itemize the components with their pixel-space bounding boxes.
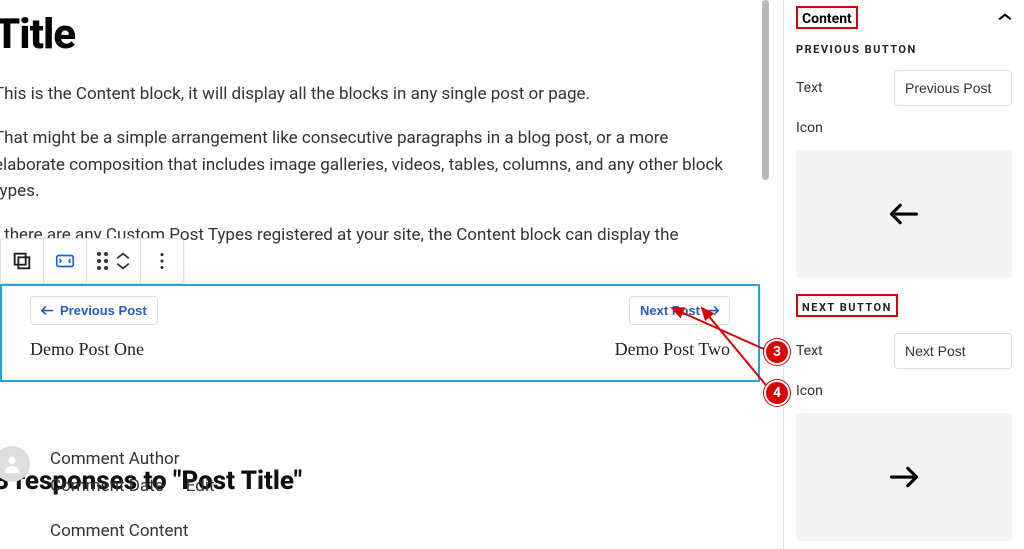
next-post-title: Demo Post Two	[615, 339, 730, 360]
move-down-icon[interactable]	[116, 261, 130, 271]
arrow-left-icon	[889, 202, 919, 226]
editor-canvas: Title This is the Content block, it will…	[0, 0, 780, 549]
comment-author: Comment Author	[50, 446, 215, 473]
avatar	[0, 446, 30, 482]
content-paragraph: That might be a simple arrangement like …	[0, 125, 734, 204]
icon-field-label: Icon	[796, 120, 823, 136]
block-type-button[interactable]	[44, 239, 87, 283]
previous-text-input[interactable]	[894, 70, 1012, 106]
post-navigation-block[interactable]: Previous Post Next Post Demo Post One De…	[0, 284, 760, 382]
icon-field-label: Icon	[796, 383, 823, 399]
move-up-icon[interactable]	[116, 251, 130, 261]
content-paragraph: This is the Content block, it will displ…	[0, 81, 734, 107]
previous-post-label: Previous Post	[60, 303, 147, 318]
section-title: Content	[802, 11, 852, 27]
comment: Comment Author Comment Date Edit Comment…	[0, 446, 215, 546]
text-field-label: Text	[796, 343, 823, 359]
comment-date: Comment Date	[50, 473, 164, 500]
scrollbar[interactable]	[762, 0, 769, 180]
more-options-button[interactable]	[141, 239, 183, 283]
text-field-label: Text	[796, 80, 823, 96]
block-toolbar	[0, 238, 184, 284]
previous-post-button[interactable]: Previous Post	[30, 296, 158, 325]
annotation-badge-3: 3	[764, 339, 790, 365]
settings-sidebar: Content PREVIOUS BUTTON Text Icon NEXT B…	[783, 0, 1024, 549]
arrow-left-icon	[41, 305, 54, 316]
next-post-button[interactable]: Next Post	[629, 296, 730, 325]
content-section-header[interactable]: Content	[796, 6, 1012, 29]
comment-content: Comment Content	[50, 518, 215, 545]
next-post-label: Next Post	[640, 303, 700, 318]
previous-icon-selector[interactable]	[796, 150, 1012, 278]
comment-edit-link[interactable]: Edit	[186, 473, 215, 500]
post-title[interactable]: Title	[0, 10, 780, 59]
select-parent-button[interactable]	[1, 239, 44, 283]
drag-handle[interactable]	[87, 239, 141, 283]
previous-post-title: Demo Post One	[30, 339, 144, 360]
next-button-heading: NEXT BUTTON	[802, 301, 892, 314]
user-icon	[1, 453, 23, 475]
next-icon-selector[interactable]	[796, 413, 1012, 541]
previous-button-heading: PREVIOUS BUTTON	[796, 43, 1012, 56]
next-text-input[interactable]	[894, 333, 1012, 369]
annotation-badge-4: 4	[764, 380, 790, 406]
arrow-right-icon	[889, 465, 919, 489]
arrow-right-icon	[706, 305, 719, 316]
chevron-up-icon[interactable]	[998, 10, 1012, 26]
